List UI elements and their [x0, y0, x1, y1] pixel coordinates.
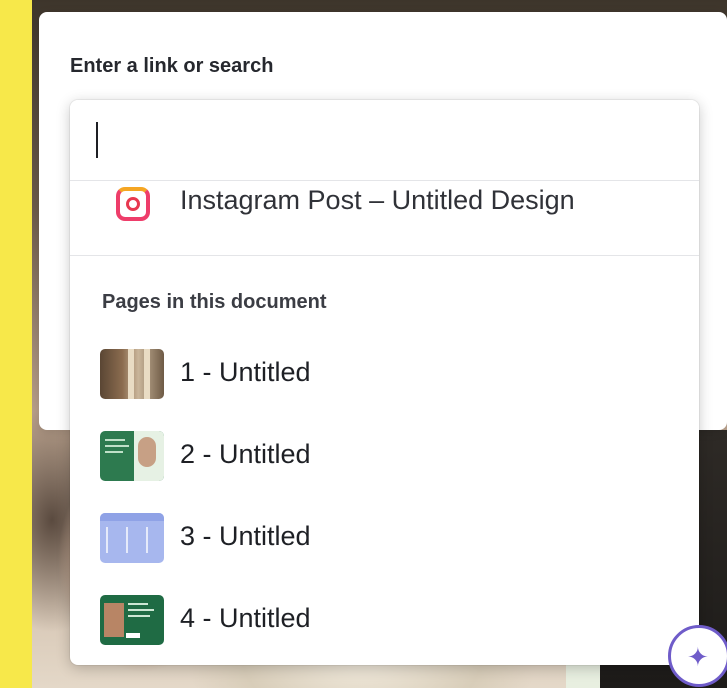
sparkle-icon: ✦	[687, 642, 709, 672]
page-label: 2 - Untitled	[180, 439, 311, 469]
page-label: 1 - Untitled	[180, 357, 311, 387]
link-search-dropdown: Instagram Post – Untitled Design Pages i…	[70, 100, 699, 665]
page-item-1[interactable]: 1 - Untitled	[100, 345, 680, 401]
page-thumbnail	[100, 349, 164, 399]
page-label: 4 - Untitled	[180, 603, 311, 633]
suggestion-item[interactable]: Instagram Post – Untitled Design	[70, 181, 699, 256]
suggestion-label: Instagram Post – Untitled Design	[180, 185, 575, 215]
pages-section-heading: Pages in this document	[102, 291, 327, 313]
text-caret	[96, 122, 98, 158]
magic-button[interactable]: ✦	[668, 625, 727, 687]
page-thumbnail	[100, 595, 164, 645]
page-thumbnail	[100, 431, 164, 481]
panel-title: Enter a link or search	[70, 55, 274, 77]
page-label: 3 - Untitled	[180, 521, 311, 551]
page-item-2[interactable]: 2 - Untitled	[100, 427, 680, 483]
page-item-3[interactable]: 3 - Untitled	[100, 509, 680, 565]
page-item-4[interactable]: 4 - Untitled	[100, 591, 680, 647]
search-input[interactable]	[70, 100, 699, 181]
instagram-icon	[116, 187, 150, 221]
page-thumbnail	[100, 513, 164, 563]
